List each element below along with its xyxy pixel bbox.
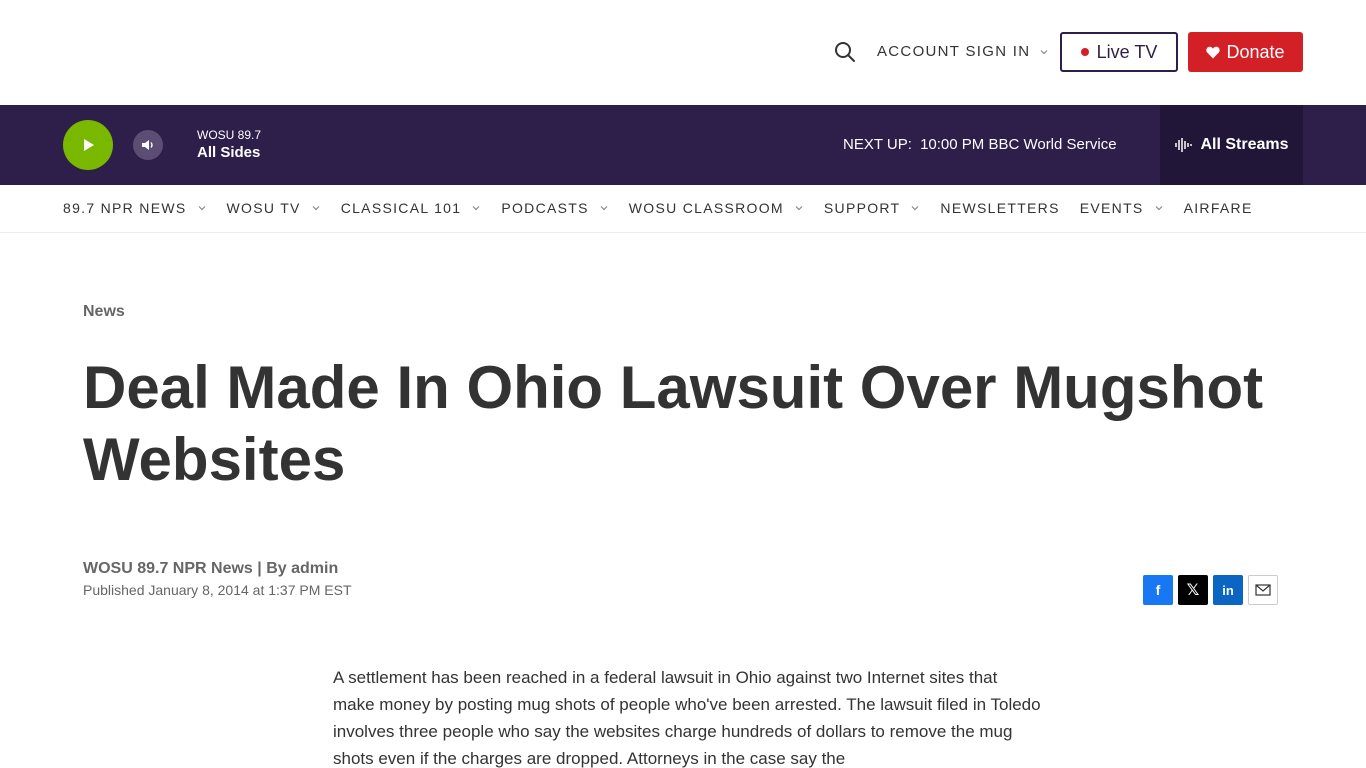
live-tv-button[interactable]: Live TV xyxy=(1060,32,1178,72)
next-up: NEXT UP: 10:00 PM BBC World Service xyxy=(843,136,1117,153)
share-x-button[interactable]: 𝕏 xyxy=(1178,575,1208,605)
nav-item-label: PODCASTS xyxy=(501,200,589,216)
chevron-down-icon xyxy=(795,206,803,211)
play-button[interactable] xyxy=(63,120,113,170)
share-buttons: f 𝕏 in xyxy=(1143,575,1278,605)
volume-icon xyxy=(142,140,153,150)
nav-item-label: 89.7 NPR NEWS xyxy=(63,200,187,216)
share-email-button[interactable] xyxy=(1248,575,1278,605)
nav-item-wosu-classroom[interactable]: WOSU CLASSROOM xyxy=(629,200,804,216)
next-up-label: NEXT UP: xyxy=(843,136,912,153)
all-streams-button[interactable]: All Streams xyxy=(1160,105,1303,185)
section-label[interactable]: News xyxy=(83,303,125,321)
audio-player-bar: WOSU 89.7 All Sides NEXT UP: 10:00 PM BB… xyxy=(0,105,1366,185)
nav-item-label: EVENTS xyxy=(1079,200,1144,216)
chevron-down-icon xyxy=(1040,49,1048,54)
nav-item-events[interactable]: EVENTS xyxy=(1080,200,1164,216)
nav-item-label: WOSU TV xyxy=(226,200,301,216)
article-body: A settlement has been reached in a feder… xyxy=(333,668,1041,768)
account-sign-in-label: ACCOUNT SIGN IN xyxy=(877,43,1031,60)
chevron-down-icon xyxy=(1155,206,1163,211)
nav-item-support[interactable]: SUPPORT xyxy=(824,200,921,216)
play-icon xyxy=(84,139,94,151)
nav-item-89-7-npr-news[interactable]: 89.7 NPR NEWS xyxy=(63,200,207,216)
nav-item-podcasts[interactable]: PODCASTS xyxy=(501,200,608,216)
chevron-down-icon xyxy=(600,206,608,211)
mail-icon xyxy=(1255,584,1271,596)
nav-item-newsletters[interactable]: NEWSLETTERS xyxy=(940,200,1059,216)
published-date: Published January 8, 2014 at 1:37 PM EST xyxy=(83,582,352,598)
live-tv-label: Live TV xyxy=(1096,41,1158,62)
facebook-icon: f xyxy=(1155,582,1161,598)
live-dot-icon xyxy=(1080,48,1089,56)
volume-button[interactable] xyxy=(133,130,163,160)
article-headline: Deal Made In Ohio Lawsuit Over Mugshot W… xyxy=(83,354,1264,493)
donate-label: Donate xyxy=(1226,41,1285,62)
linkedin-icon: in xyxy=(1222,582,1234,598)
share-linkedin-button[interactable]: in xyxy=(1213,575,1243,605)
audio-wave-icon xyxy=(1175,138,1193,152)
station-name: WOSU 89.7 xyxy=(197,128,262,142)
nav-item-label: WOSU CLASSROOM xyxy=(628,200,784,216)
search-button[interactable] xyxy=(833,40,857,64)
main-nav: 89.7 NPR NEWS WOSU TV CLASSICAL 101 PODCAST… xyxy=(0,185,1366,233)
nav-item-airfare[interactable]: AIRFARE xyxy=(1184,200,1253,216)
chevron-down-icon xyxy=(472,206,480,211)
x-icon: 𝕏 xyxy=(1186,582,1200,599)
donate-button[interactable]: Donate xyxy=(1188,32,1303,72)
nav-item-label: CLASSICAL 101 xyxy=(340,200,462,216)
byline: WOSU 89.7 NPR News | By admin xyxy=(83,560,339,577)
nav-item-label: SUPPORT xyxy=(823,200,901,216)
site-header: ACCOUNT SIGN IN Live TV Donate xyxy=(0,0,1366,105)
account-sign-in-button[interactable]: ACCOUNT SIGN IN xyxy=(877,43,1049,60)
chevron-down-icon xyxy=(312,206,320,211)
nav-item-classical-101[interactable]: CLASSICAL 101 xyxy=(341,200,482,216)
all-streams-label: All Streams xyxy=(1200,136,1289,153)
nav-item-label: NEWSLETTERS xyxy=(940,200,1060,216)
nav-item-wosu-tv[interactable]: WOSU TV xyxy=(227,200,321,216)
nav-item-label: AIRFARE xyxy=(1183,200,1253,216)
heart-icon xyxy=(1206,46,1221,58)
now-playing: WOSU 89.7 All Sides xyxy=(197,128,261,164)
share-facebook-button[interactable]: f xyxy=(1143,575,1173,605)
chevron-down-icon xyxy=(198,206,205,211)
search-icon xyxy=(835,42,855,62)
chevron-down-icon xyxy=(911,206,919,211)
next-up-program: 10:00 PM BBC World Service xyxy=(920,136,1117,153)
nav-list: 89.7 NPR NEWS WOSU TV CLASSICAL 101 PODCAST… xyxy=(63,185,1273,231)
program-name: All Sides xyxy=(197,144,261,161)
